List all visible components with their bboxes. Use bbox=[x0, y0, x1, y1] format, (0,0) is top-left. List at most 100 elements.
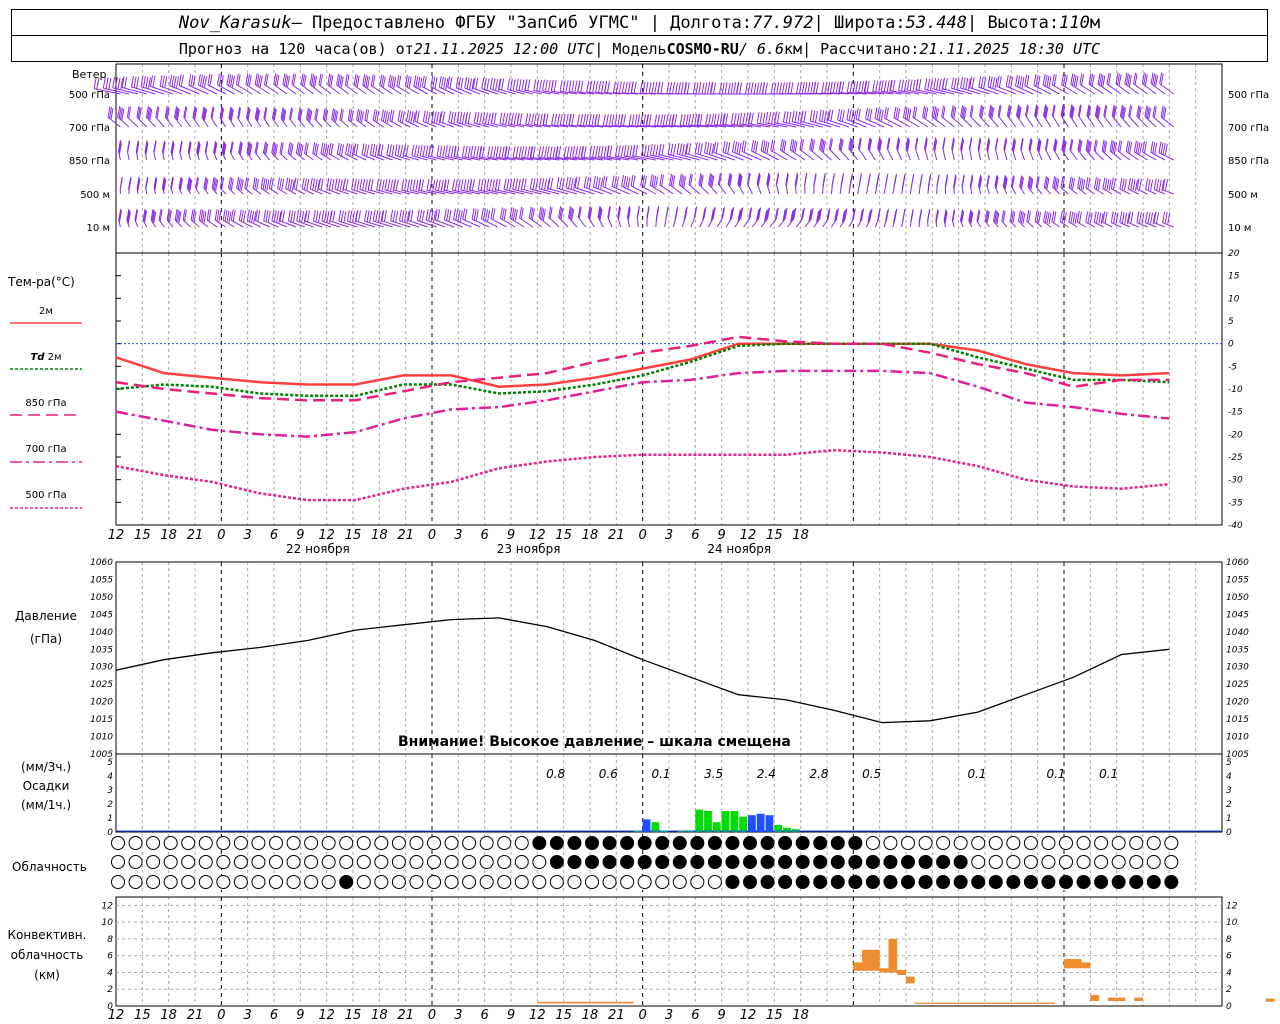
hour-axis-label: 9 bbox=[718, 528, 726, 543]
wind-barb-flag bbox=[338, 210, 342, 222]
temp-label: Тем-ра(°C) bbox=[8, 275, 75, 289]
wind-barb bbox=[987, 86, 1008, 95]
wind-barb-flag bbox=[629, 145, 633, 157]
wind-barb-flag bbox=[853, 110, 857, 122]
wind-barb-flag bbox=[367, 178, 371, 190]
wind-barb bbox=[1052, 186, 1060, 195]
wind-barb-flag bbox=[445, 78, 449, 90]
wind-barb bbox=[795, 218, 803, 228]
wind-barb-flag bbox=[355, 143, 359, 156]
wind-barb-flag bbox=[511, 207, 515, 220]
wind-barb-flag bbox=[601, 81, 605, 93]
wind-barb-flag bbox=[524, 146, 528, 158]
conv-tick-right: 10 bbox=[1226, 918, 1238, 928]
wind-barb-flag bbox=[733, 113, 737, 125]
wind-barb-flag bbox=[393, 77, 397, 89]
wind-barb-flag bbox=[438, 76, 442, 88]
wind-barb-flag bbox=[436, 145, 440, 157]
wind-barb-flag bbox=[226, 73, 230, 85]
wind-barb-flag bbox=[1132, 179, 1136, 191]
wind-barb-flag bbox=[222, 209, 226, 221]
wind-barb bbox=[255, 220, 270, 228]
wind-barb bbox=[359, 189, 376, 195]
conv-tick-right: 2 bbox=[1226, 985, 1232, 995]
wind-barb-flag bbox=[841, 81, 845, 93]
wind-barb bbox=[263, 152, 270, 161]
wind-barb bbox=[304, 220, 323, 228]
wind-barb bbox=[1026, 221, 1034, 228]
wind-barb bbox=[886, 148, 894, 161]
wind-barb-flag bbox=[827, 81, 831, 93]
wind-barb bbox=[636, 217, 639, 228]
wind-barb-flag bbox=[804, 82, 808, 94]
wind-barb-flag bbox=[557, 113, 561, 125]
wind-barb-flag bbox=[1113, 178, 1117, 190]
cloud-cover-circle bbox=[743, 855, 757, 869]
wind-barb-flag bbox=[679, 114, 683, 126]
wind-barb bbox=[430, 86, 446, 95]
bottom-hour-label: 18 bbox=[582, 1008, 599, 1023]
pressure-tick-left: 1035 bbox=[90, 645, 113, 655]
wind-barb-flag bbox=[578, 146, 582, 158]
cloud-cover-circle bbox=[549, 855, 564, 869]
wind-barb bbox=[690, 217, 696, 228]
hour-axis-label: 15 bbox=[766, 528, 783, 543]
cloud-cover-circle bbox=[830, 875, 845, 889]
wind-barb-flag bbox=[1087, 211, 1091, 223]
wind-barb-flag bbox=[637, 114, 641, 126]
wind-barb-flag bbox=[918, 79, 922, 91]
wind-barb-flag bbox=[482, 112, 486, 124]
wind-barb-flag bbox=[394, 144, 398, 156]
cloud-cover-circle bbox=[813, 836, 828, 850]
pressure-tick-left: 1020 bbox=[90, 698, 113, 708]
cloud-label: Облачность bbox=[12, 860, 87, 874]
wind-barb bbox=[347, 220, 367, 228]
wind-barb bbox=[822, 219, 829, 228]
wind-barb-flag bbox=[337, 178, 341, 190]
wind-barb-flag bbox=[499, 207, 503, 219]
wind-barb-flag bbox=[386, 111, 390, 123]
precip-tick-left: 5 bbox=[107, 758, 113, 768]
wind-barb-flag bbox=[287, 178, 291, 190]
wind-barb-flag bbox=[521, 79, 525, 91]
wind-barb-flag bbox=[895, 107, 899, 119]
wind-barb-flag bbox=[527, 146, 531, 158]
pressure-warning: Внимание! Высокое давление – шкала смеще… bbox=[398, 734, 791, 750]
wind-barb bbox=[909, 184, 913, 195]
wind-barb-flag bbox=[525, 113, 529, 125]
cloud-cover-circle bbox=[637, 855, 652, 869]
wind-barb-flag bbox=[577, 80, 581, 92]
wind-barb-flag bbox=[1133, 140, 1137, 152]
wind-barb-flag bbox=[1124, 212, 1128, 224]
wind-barb-flag bbox=[791, 110, 795, 122]
wind-barb-flag bbox=[779, 82, 783, 94]
wind-barb-flag bbox=[559, 113, 563, 126]
wind-barb bbox=[192, 117, 200, 128]
wind-barb-flag bbox=[513, 208, 517, 221]
wind-level-label: 500 м bbox=[80, 190, 110, 201]
wind-barb-flag bbox=[513, 113, 517, 125]
wind-barb-flag bbox=[623, 175, 627, 187]
wind-barb-flag bbox=[416, 209, 420, 221]
wind-barb-flag bbox=[276, 211, 280, 223]
wind-barb-flag bbox=[866, 80, 870, 92]
cloud-cover-circle bbox=[374, 875, 389, 889]
wind-barb-flag bbox=[597, 114, 601, 126]
wind-barb-flag bbox=[238, 209, 242, 221]
cloud-cover-circle bbox=[497, 855, 512, 869]
conv-bar bbox=[888, 938, 898, 973]
wind-barb bbox=[1150, 83, 1166, 95]
cloud-cover-circle bbox=[181, 836, 196, 850]
wind-barb-flag bbox=[906, 108, 910, 120]
wind-barb-flag bbox=[281, 178, 285, 191]
wind-barb-flag bbox=[803, 110, 807, 123]
temp-tick-right: -15 bbox=[1228, 408, 1243, 418]
cloud-cover-circle bbox=[971, 875, 986, 889]
wind-barb-flag bbox=[446, 209, 450, 221]
wind-barb-flag bbox=[460, 179, 464, 191]
cloud-cover-circle bbox=[427, 855, 441, 869]
wind-barb-flag bbox=[312, 210, 316, 222]
wind-barb-flag bbox=[290, 210, 294, 222]
cloud-cover-circle bbox=[339, 836, 354, 850]
wind-barb-flag bbox=[1119, 211, 1123, 223]
